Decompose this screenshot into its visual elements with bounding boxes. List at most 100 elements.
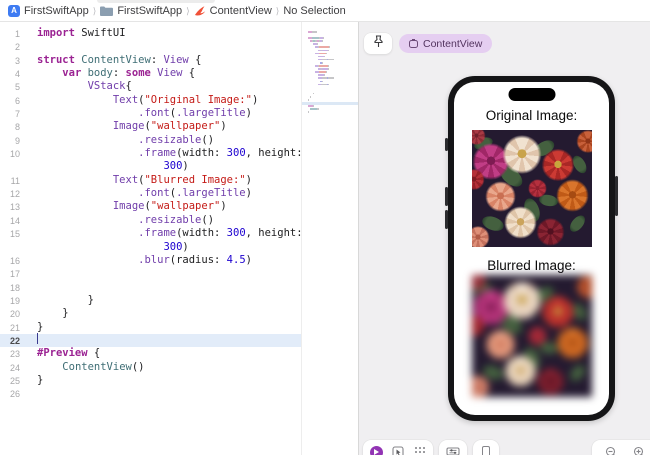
code-line[interactable]: 11 Text("Blurred Image:") — [0, 174, 301, 187]
flower-shape — [555, 179, 590, 212]
breadcrumb-item-group[interactable]: FirstSwiftApp — [100, 5, 182, 17]
code-text: import SwiftUI — [37, 27, 126, 39]
variants-grid-icon — [415, 447, 425, 455]
breadcrumb-item-file[interactable]: ContentView — [194, 5, 272, 17]
device-settings-group — [439, 440, 467, 455]
code-line[interactable]: 18 — [0, 281, 301, 294]
flower-shape — [536, 217, 566, 246]
flower-shape — [527, 179, 548, 198]
code-line[interactable]: 23 #Preview { — [0, 347, 301, 360]
code-text: Text("Blurred Image:") — [112, 173, 252, 186]
line-number: 25 — [9, 375, 20, 386]
breadcrumb-item-project[interactable]: A FirstSwiftApp — [8, 4, 89, 17]
flower-shape — [575, 130, 592, 154]
minimap-line — [308, 40, 357, 42]
breadcrumb-item-selection[interactable]: No Selection — [283, 5, 345, 17]
code-line[interactable]: 24 ContentView() — [0, 361, 301, 374]
line-number: 9 — [14, 135, 20, 146]
power-button — [615, 176, 618, 216]
folder-icon — [100, 6, 114, 16]
code-line[interactable]: 5 VStack{ — [0, 80, 301, 93]
device-picker-button[interactable] — [477, 444, 495, 455]
blurred-image-label: Blurred Image: — [487, 258, 576, 273]
code-line[interactable]: 8 Image("wallpaper") — [0, 120, 301, 133]
line-number: 1 — [14, 29, 20, 39]
code-text: 300) — [163, 160, 189, 173]
code-line[interactable]: 22 — [0, 333, 301, 348]
code-line[interactable]: 3 struct ContentView: View { — [0, 54, 301, 67]
code-line[interactable]: 13 Image("wallpaper") — [0, 200, 301, 213]
code-line[interactable]: 12 .font(.largeTitle) — [0, 187, 301, 200]
code-line[interactable]: 300) — [0, 160, 301, 173]
code-line[interactable]: 1 import SwiftUI — [0, 27, 301, 40]
preview-mode-group — [363, 440, 433, 455]
line-number: 18 — [9, 282, 20, 293]
code-text: } — [87, 293, 94, 306]
code-line[interactable]: 14 .resizable() — [0, 214, 301, 227]
code-line[interactable]: 19 } — [0, 294, 301, 307]
swift-file-icon — [194, 5, 206, 17]
minimap-line — [308, 37, 357, 39]
code-text: } — [62, 307, 69, 320]
line-number: 19 — [9, 295, 20, 306]
code-text: .frame(width: 300, height: — [138, 147, 303, 160]
line-number: 12 — [9, 189, 20, 200]
editor-minimap[interactable] — [301, 22, 358, 455]
minimap-line — [308, 115, 357, 117]
leaf-shape — [566, 361, 588, 384]
device-picker-group — [473, 440, 499, 455]
code-line[interactable]: 15 .frame(width: 300, height: — [0, 227, 303, 240]
cursor-icon — [392, 446, 404, 455]
code-text: .font(.largeTitle) — [138, 107, 252, 120]
code-line[interactable]: 25} — [0, 374, 301, 387]
line-number: 17 — [9, 269, 20, 280]
minimap-line — [308, 34, 357, 36]
variants-mode-button[interactable] — [411, 444, 429, 455]
flower-shape — [471, 225, 490, 247]
selectable-mode-button[interactable] — [389, 444, 407, 455]
code-line[interactable]: 20 } — [0, 307, 301, 320]
breadcrumb-separator: ⟩ — [92, 5, 97, 16]
line-number: 6 — [14, 95, 20, 106]
pin-preview-button[interactable] — [364, 33, 392, 54]
line-number: 15 — [9, 229, 20, 240]
code-line[interactable]: 6 Text("Original Image:") — [0, 94, 301, 107]
minimap-line — [308, 55, 357, 58]
breadcrumb-separator: ⟩ — [186, 5, 190, 16]
code-line[interactable]: 2 — [0, 40, 301, 53]
blurred-flower-image — [471, 275, 592, 397]
preview-canvas: ContentView Original Image: Blurred Imag… — [358, 22, 650, 455]
tab-hint — [97, 0, 215, 3]
code-line[interactable]: 4 var body: some View { — [0, 67, 301, 80]
flower-shape — [471, 375, 490, 397]
code-line[interactable]: 26 — [0, 387, 301, 400]
device-settings-button[interactable] — [444, 444, 462, 455]
original-image-label: Original Image: — [485, 108, 578, 123]
code-line[interactable]: 10 .frame(width: 300, height: — [0, 147, 303, 160]
code-line[interactable]: 16 .blur(radius: 4.5) — [0, 254, 301, 267]
code-text: ContentView() — [62, 360, 145, 373]
code-line[interactable]: 21} — [0, 321, 301, 334]
minimap-line — [308, 99, 357, 101]
source-editor[interactable]: 1 import SwiftUI 2 3 struct ContentView: Vie… — [0, 22, 303, 455]
code-line[interactable]: 7 .font(.largeTitle) — [0, 107, 301, 120]
code-line[interactable]: 300) — [0, 241, 301, 254]
minimap-line — [308, 111, 357, 114]
zoom-out-icon — [605, 446, 615, 455]
flower-shape — [501, 279, 543, 322]
breadcrumb-label: FirstSwiftApp — [24, 4, 89, 17]
zoom-out-button[interactable] — [602, 444, 620, 455]
minimap-line — [308, 31, 357, 33]
preview-target-pill[interactable]: ContentView — [399, 34, 493, 53]
line-number: 21 — [9, 322, 20, 333]
breadcrumb-label: ContentView — [209, 4, 272, 17]
device-screen[interactable]: Original Image: Blurred Image: — [454, 82, 609, 415]
code-line[interactable]: 17 — [0, 267, 301, 280]
line-number: 4 — [14, 69, 20, 80]
live-preview-button[interactable] — [367, 444, 385, 455]
zoom-in-button[interactable] — [630, 444, 648, 455]
minimap-line — [308, 87, 357, 89]
code-text: .resizable() — [138, 213, 215, 226]
code-line[interactable]: 9 .resizable() — [0, 134, 301, 147]
minimap-line — [308, 65, 357, 67]
